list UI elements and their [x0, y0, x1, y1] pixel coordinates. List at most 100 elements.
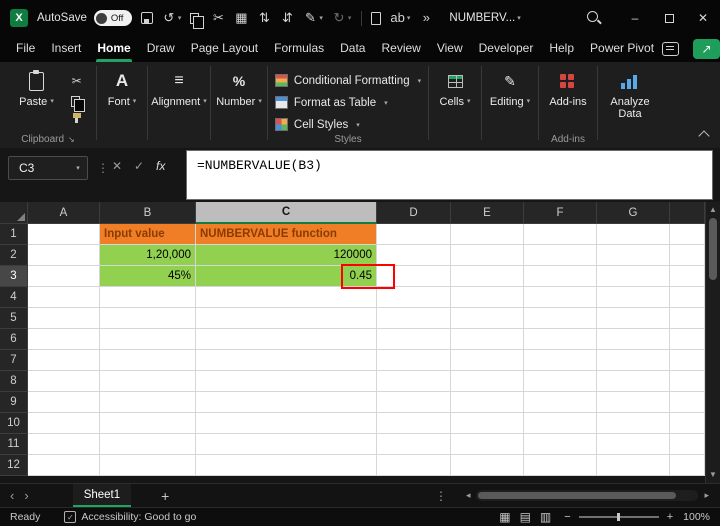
cell-f4[interactable]	[524, 287, 597, 308]
cell-a2[interactable]	[28, 245, 100, 266]
cell-b8[interactable]	[100, 371, 196, 392]
cell-partial-12[interactable]	[670, 455, 705, 476]
cell-c12[interactable]	[196, 455, 377, 476]
more-commands-icon[interactable]: »	[419, 9, 433, 27]
tab-review[interactable]: Review	[373, 36, 428, 62]
cell-b10[interactable]	[100, 413, 196, 434]
workbook-title-dropdown[interactable]: NUMBERV... ▾	[449, 12, 520, 24]
cell-g1[interactable]	[597, 224, 670, 245]
cell-d11[interactable]	[377, 434, 451, 455]
cell-c4[interactable]	[196, 287, 377, 308]
cell-c7[interactable]	[196, 350, 377, 371]
tab-power-pivot[interactable]: Power Pivot	[582, 36, 662, 62]
accessibility-status[interactable]: Accessibility: Good to go	[81, 511, 196, 523]
more-sheets-icon[interactable]: ⋮	[435, 489, 447, 503]
maximize-button[interactable]	[652, 0, 686, 36]
cell-e1[interactable]	[451, 224, 524, 245]
row-header-12[interactable]: 12	[0, 455, 28, 476]
cell-a12[interactable]	[28, 455, 100, 476]
editing-button[interactable]: ✎ Editing ▾	[483, 69, 537, 109]
tab-insert[interactable]: Insert	[43, 36, 89, 62]
tab-developer[interactable]: Developer	[471, 36, 542, 62]
horizontal-scrollbar-thumb[interactable]	[478, 492, 677, 499]
format-painter-icon[interactable]	[72, 113, 81, 123]
cell-partial-6[interactable]	[670, 329, 705, 350]
cell-d6[interactable]	[377, 329, 451, 350]
new-document-icon[interactable]	[371, 11, 382, 25]
cell-partial-9[interactable]	[670, 392, 705, 413]
cell-f10[interactable]	[524, 413, 597, 434]
cell-partial-11[interactable]	[670, 434, 705, 455]
styles-item-cell-styles[interactable]: Cell Styles ▾	[274, 115, 421, 134]
cell-g2[interactable]	[597, 245, 670, 266]
cell-partial-4[interactable]	[670, 287, 705, 308]
column-header-g[interactable]: G	[597, 202, 670, 224]
vertical-scrollbar[interactable]: ▲ ▼	[705, 202, 720, 483]
cell-d2[interactable]	[377, 245, 451, 266]
normal-view-icon[interactable]: ▦	[499, 510, 510, 524]
column-header-b[interactable]: B	[100, 202, 196, 224]
cell-partial-2[interactable]	[670, 245, 705, 266]
sheet-nav-right-icon[interactable]: ›	[24, 485, 28, 507]
cell-b3[interactable]: 45%	[100, 266, 196, 287]
zoom-out-icon[interactable]: −	[564, 511, 570, 523]
cell-partial-8[interactable]	[670, 371, 705, 392]
cancel-icon[interactable]: ✕	[112, 159, 122, 173]
close-button[interactable]: ✕	[686, 0, 720, 36]
cell-d5[interactable]	[377, 308, 451, 329]
cell-d7[interactable]	[377, 350, 451, 371]
cell-e8[interactable]	[451, 371, 524, 392]
cell-a10[interactable]	[28, 413, 100, 434]
cell-a1[interactable]	[28, 224, 100, 245]
tab-home[interactable]: Home	[89, 36, 138, 62]
cell-partial-1[interactable]	[670, 224, 705, 245]
accessibility-icon[interactable]: ✓	[64, 511, 77, 523]
tab-view[interactable]: View	[429, 36, 471, 62]
comments-icon[interactable]	[662, 42, 680, 56]
number-button[interactable]: % Number ▾	[209, 69, 269, 108]
alignment-button[interactable]: ≡ Alignment ▾	[144, 69, 213, 108]
column-header-partial[interactable]	[670, 202, 705, 224]
cell-c9[interactable]	[196, 392, 377, 413]
cell-b2[interactable]: 1,20,000	[100, 245, 196, 266]
copy-icon[interactable]	[70, 96, 85, 112]
row-header-6[interactable]: 6	[0, 329, 28, 350]
excel-app-icon[interactable]: X	[10, 9, 28, 27]
scroll-down-icon[interactable]: ▼	[706, 469, 720, 481]
cell-c3[interactable]: 0.45	[196, 266, 377, 287]
styles-item-conditional-formatting[interactable]: Conditional Formatting ▾	[274, 71, 421, 90]
cell-e7[interactable]	[451, 350, 524, 371]
cell-f12[interactable]	[524, 455, 597, 476]
cell-f3[interactable]	[524, 266, 597, 287]
cell-b9[interactable]	[100, 392, 196, 413]
cell-f5[interactable]	[524, 308, 597, 329]
row-header-5[interactable]: 5	[0, 308, 28, 329]
cell-g11[interactable]	[597, 434, 670, 455]
autosave-toggle[interactable]: Off	[93, 10, 132, 26]
cell-partial-7[interactable]	[670, 350, 705, 371]
cut-icon[interactable]: ✂	[211, 9, 225, 27]
cell-a9[interactable]	[28, 392, 100, 413]
cell-a5[interactable]	[28, 308, 100, 329]
hscroll-right-icon[interactable]: ▸	[701, 490, 712, 501]
cell-f9[interactable]	[524, 392, 597, 413]
paste-button[interactable]: Paste ▾	[12, 69, 61, 118]
cell-f1[interactable]	[524, 224, 597, 245]
row-header-9[interactable]: 9	[0, 392, 28, 413]
cell-b7[interactable]	[100, 350, 196, 371]
cell-g9[interactable]	[597, 392, 670, 413]
cell-c10[interactable]	[196, 413, 377, 434]
tab-help[interactable]: Help	[541, 36, 582, 62]
tab-data[interactable]: Data	[332, 36, 373, 62]
format-painter-icon[interactable]: ✎ ▾	[303, 9, 323, 27]
name-box[interactable]: C3 ▾	[8, 156, 88, 180]
cell-d10[interactable]	[377, 413, 451, 434]
translate-icon[interactable]: ab ▾	[390, 9, 410, 27]
cell-c2[interactable]: 120000	[196, 245, 377, 266]
copy-icon[interactable]	[190, 12, 205, 29]
cell-a7[interactable]	[28, 350, 100, 371]
row-header-3[interactable]: 3	[0, 266, 28, 287]
zoom-in-icon[interactable]: +	[667, 511, 673, 523]
row-header-10[interactable]: 10	[0, 413, 28, 434]
cell-b6[interactable]	[100, 329, 196, 350]
